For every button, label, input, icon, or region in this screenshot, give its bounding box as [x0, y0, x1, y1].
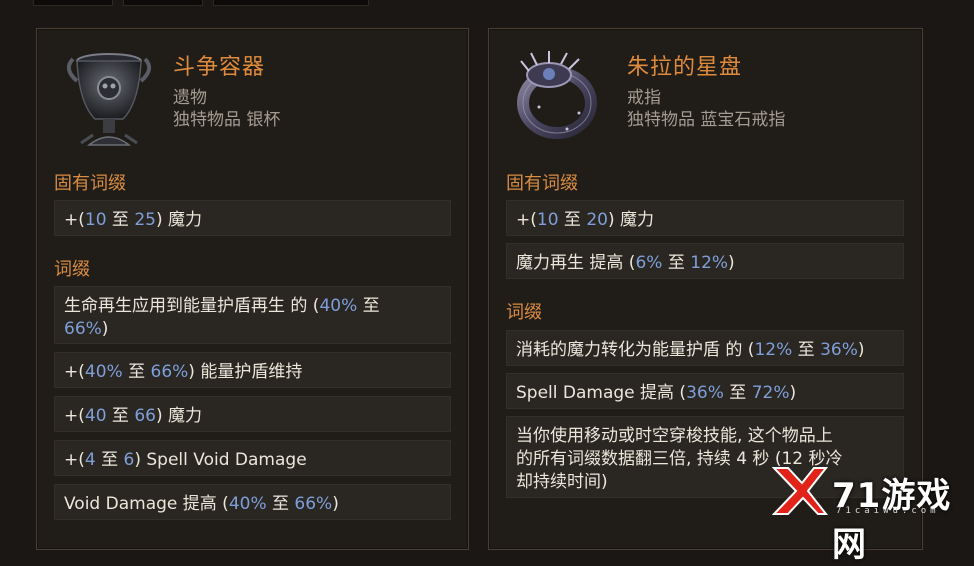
top-tab-1[interactable]: [33, 0, 113, 6]
item-card-left: 斗争容器 遗物 独特物品 银杯 固有词缀 +(10 至 25) 魔力 词缀 生命…: [36, 28, 469, 550]
watermark-text: 71游戏网: [832, 476, 952, 565]
implicit-heading: 固有词缀: [506, 173, 578, 194]
silver-cup-icon: [66, 53, 152, 146]
watermark-sub: 71caiwu.com: [836, 506, 940, 516]
item-subtype: 独特物品 蓝宝石戒指: [627, 110, 786, 130]
implicit-mod-row: +(10 至 20) 魔力: [506, 200, 904, 236]
item-name: 朱拉的星盘: [627, 55, 743, 80]
mod-row: 生命再生应用到能量护盾再生 的 (40% 至 66%): [54, 286, 451, 344]
mod-row: 消耗的魔力转化为能量护盾 的 (12% 至 36%): [506, 330, 904, 366]
ring-icon: [517, 51, 597, 139]
mod-row: +(4 至 6) Spell Void Damage: [54, 440, 451, 476]
top-tab-3[interactable]: [213, 0, 369, 6]
item-subtype: 独特物品 银杯: [173, 110, 281, 130]
implicit-mod-row: 魔力再生 提高 (6% 至 12%): [506, 243, 904, 279]
mods-heading: 词缀: [54, 259, 90, 280]
mod-row: Void Damage 提高 (40% 至 66%): [54, 484, 451, 520]
mods-heading: 词缀: [506, 302, 542, 323]
item-name: 斗争容器: [173, 55, 266, 80]
top-tab-2[interactable]: [123, 0, 203, 6]
implicit-mod-row: +(10 至 25) 魔力: [54, 200, 451, 236]
mod-row: Spell Damage 提高 (36% 至 72%): [506, 373, 904, 409]
mod-row: +(40% 至 66%) 能量护盾维持: [54, 352, 451, 388]
watermark-logo: 71游戏网 71caiwu.com: [766, 462, 966, 565]
implicit-heading: 固有词缀: [54, 173, 126, 194]
mod-row: +(40 至 66) 魔力: [54, 396, 451, 432]
logo-mark-icon: [771, 467, 829, 515]
top-tab-strip: [0, 0, 974, 6]
